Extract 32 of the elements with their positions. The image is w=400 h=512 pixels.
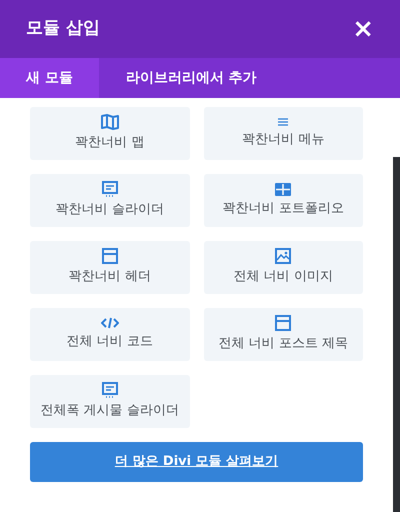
module-label: 전체 너비 코드 [66,333,153,352]
module-label: 꽉찬너비 슬라이더 [56,201,164,220]
module-label: 꽉찬너비 헤더 [68,268,151,286]
browse-more-button[interactable]: 더 많은 Divi 모듈 살펴보기 [30,442,363,482]
slider-icon [102,382,118,398]
module-tile[interactable]: 꽉찬너비 슬라이더 [30,174,190,227]
module-label: 꽉찬너비 메뉴 [242,131,324,150]
tab[interactable]: 라이브러리에서 추가 [98,58,284,98]
module-label: 전체폭 게시물 슬라이더 [40,402,179,420]
module-tile[interactable]: 전체폭 게시물 슬라이더 [30,375,190,428]
module-tile[interactable]: 꽉찬너비 맵 [30,107,190,160]
slider-icon [102,181,118,198]
close-button[interactable]: × [352,16,374,42]
module-label: 꽉찬너비 포트폴리오 [222,200,344,218]
module-tile[interactable]: 꽉찬너비 헤더 [30,241,190,294]
module-tile[interactable]: 전체 너비 이미지 [204,241,363,294]
code-icon [100,317,119,330]
module-tile[interactable]: 전체 너비 코드 [30,308,190,361]
module-label: 전체 너비 이미지 [234,268,333,286]
window-icon [275,315,292,332]
window-title: 모듈 삽입 [26,17,100,40]
module-label: 전체 너비 포스트 제목 [218,335,348,354]
module-tile[interactable]: 꽉찬너비 메뉴 [204,107,363,160]
image-icon [275,248,292,264]
module-tile[interactable]: 꽉찬너비 포트폴리오 [204,174,363,227]
map-icon [100,114,119,130]
module-label: 꽉찬너비 맵 [75,134,144,152]
menu-icon [277,117,290,128]
grid-icon [275,182,292,196]
window-icon [102,248,118,264]
module-tile[interactable]: 전체 너비 포스트 제목 [204,308,363,361]
tab[interactable]: 새 모듈 [0,58,99,98]
